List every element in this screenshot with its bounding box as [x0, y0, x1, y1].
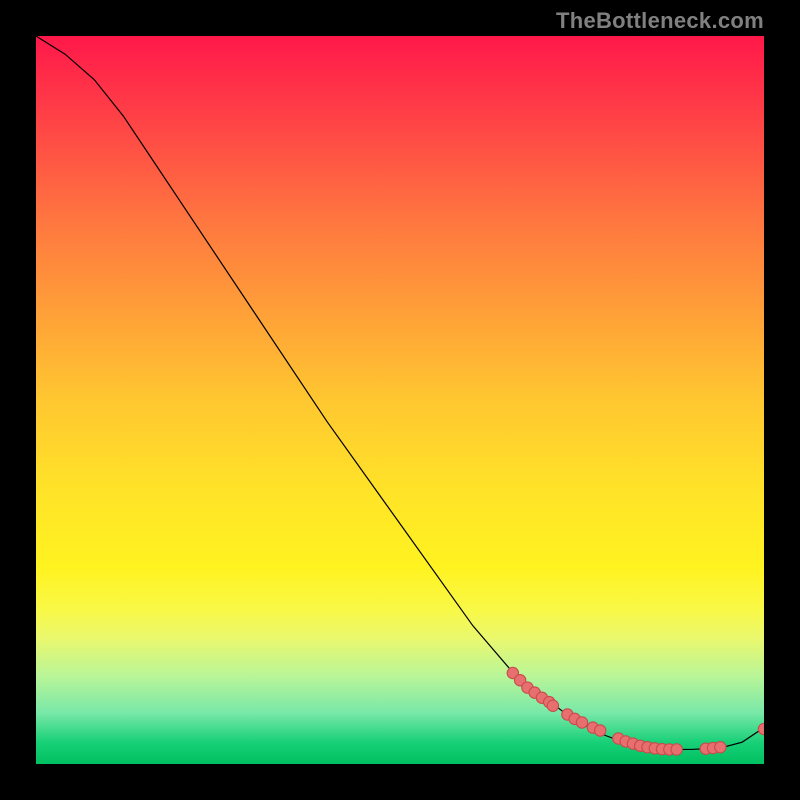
scatter-point — [576, 717, 587, 728]
scatter-point — [671, 744, 682, 755]
chart-svg — [36, 36, 764, 764]
scatter-point — [715, 742, 726, 753]
scatter-points — [507, 667, 764, 755]
scatter-point — [547, 700, 558, 711]
curve-line — [36, 36, 764, 749]
scatter-point — [595, 725, 606, 736]
attribution-watermark: TheBottleneck.com — [556, 8, 764, 34]
chart-container: TheBottleneck.com — [0, 0, 800, 800]
scatter-point — [758, 723, 764, 734]
plot-area — [36, 36, 764, 764]
